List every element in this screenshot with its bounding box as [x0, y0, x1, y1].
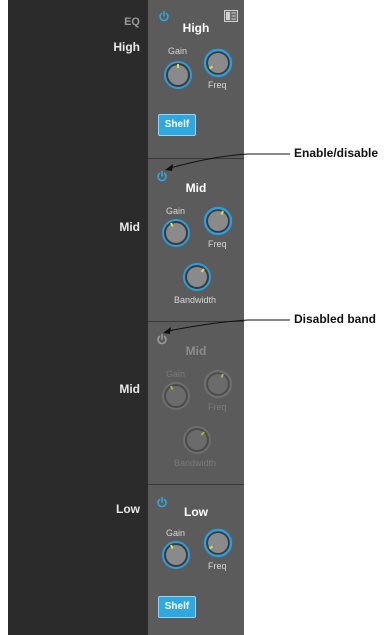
freq-knob[interactable]	[203, 206, 233, 236]
channel-labels-pane: EQ High Mid Mid Low	[8, 0, 148, 635]
band-divider	[148, 484, 244, 485]
freq-knob[interactable]	[203, 528, 233, 558]
band-title: Low	[184, 505, 208, 519]
enable-disable-callout: Enable/disable	[294, 146, 379, 160]
low-band-label: Low	[116, 502, 140, 516]
mid-band-label: Mid	[119, 220, 140, 234]
disabled-band-callout: Disabled band	[294, 312, 377, 326]
band-title: Mid	[185, 344, 207, 358]
mid-disabled-band-label: Mid	[119, 382, 140, 396]
bands-overlay: Mid Gain Freq Bandwidth Mid Gain Freq Ba…	[148, 0, 244, 635]
freq-label: Freq	[208, 402, 227, 412]
bandwidth-knob[interactable]	[182, 262, 212, 292]
eq-section-label: EQ	[124, 16, 140, 28]
band-divider	[148, 321, 244, 322]
freq-label: Freq	[208, 239, 227, 249]
gain-label: Gain	[166, 369, 186, 379]
freq-knob[interactable]	[203, 369, 233, 399]
bandwidth-label: Bandwidth	[174, 295, 217, 305]
freq-label: Freq	[208, 561, 227, 571]
gain-knob[interactable]	[161, 540, 191, 570]
bandwidth-knob[interactable]	[182, 425, 212, 455]
gain-knob[interactable]	[161, 381, 191, 411]
band-title: Mid	[185, 181, 207, 195]
gain-label: Gain	[166, 206, 186, 216]
gain-label: Gain	[166, 528, 186, 538]
high-band-label: High	[113, 40, 140, 54]
shelf-button[interactable]: Shelf	[158, 596, 196, 618]
bandwidth-label: Bandwidth	[174, 458, 217, 468]
gain-knob[interactable]	[161, 218, 191, 248]
